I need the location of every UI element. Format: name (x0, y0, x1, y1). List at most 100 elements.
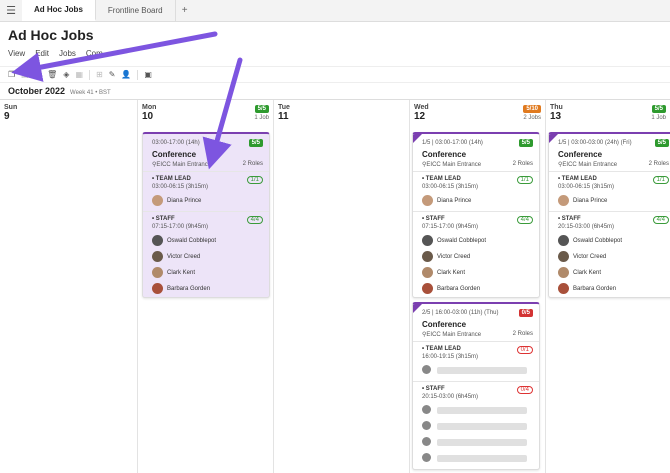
job-card[interactable]: 1/5 | 03:00-17:00 (14h) 5/5 Conference ⚲… (412, 132, 540, 298)
week-label: Week 41 • BST (70, 90, 111, 96)
empty-slot-bar (437, 367, 527, 374)
cut-icon[interactable]: ⤢ (35, 70, 41, 80)
role-section-staff: • STAFF 07:15-17:00 (9h45m) 4/4 Oswald C… (143, 211, 269, 297)
assigned-person[interactable]: Clark Kent (152, 267, 195, 278)
pencil-icon[interactable]: ✎ (109, 70, 116, 79)
day-header: Wed 12 5/10 2 Jobs (414, 104, 543, 126)
role-name: • STAFF (152, 216, 175, 222)
avatar (558, 251, 569, 262)
empty-slot[interactable] (422, 405, 431, 414)
user-assign-icon[interactable]: 👤 (121, 70, 131, 79)
menu-edit[interactable]: Edit (35, 49, 49, 58)
trash-icon[interactable]: 🗑 (47, 70, 57, 79)
assigned-person[interactable]: Clark Kent (422, 267, 465, 278)
job-location: ⚲EICC Main Entrance (422, 332, 482, 338)
jobs-count: 1 Job (651, 115, 666, 121)
avatar (422, 267, 433, 278)
job-location: ⚲EICC Main Entrance (422, 162, 482, 168)
tab-ad-hoc-jobs[interactable]: Ad Hoc Jobs (22, 0, 96, 21)
jobs-count: 1 Job (254, 115, 269, 121)
jobs-count: 2 Jobs (523, 115, 541, 121)
fill-badge: 5/5 (651, 105, 666, 113)
role-section-team-lead: • TEAM LEAD 03:00-06:15 (3h15m) 1/1 Dian… (143, 171, 269, 211)
layers-icon[interactable]: ◈ (63, 70, 69, 79)
role-count-badge: 4/4 (516, 216, 533, 224)
assigned-person[interactable]: Oswald Cobblepot (558, 235, 622, 246)
menu-com[interactable]: Com (86, 49, 103, 58)
day-column-sun: Sun 9 (0, 100, 138, 473)
role-section-team-lead: • TEAM LEAD 03:00-06:15 (3h15m) 1/1 Dian… (413, 171, 539, 211)
assigned-person[interactable]: Clark Kent (558, 267, 601, 278)
menu-view[interactable]: View (8, 49, 25, 58)
role-time: 03:00-06:15 (3h15m) (558, 184, 615, 190)
assigned-person[interactable]: Victor Creed (152, 251, 200, 262)
empty-slot[interactable] (422, 365, 431, 374)
user-placeholder-icon (422, 453, 431, 462)
hamburger-icon[interactable]: ☰ (0, 0, 22, 21)
job-name: Conference (558, 150, 603, 159)
role-time: 03:00-06:15 (3h15m) (422, 184, 479, 190)
job-fill-badge: 5/5 (518, 139, 533, 147)
assigned-person[interactable]: Victor Creed (422, 251, 470, 262)
assigned-person[interactable]: Oswald Cobblepot (422, 235, 486, 246)
fill-badge: 5/5 (254, 105, 269, 113)
role-name: • TEAM LEAD (558, 176, 597, 182)
day-header: Tue 11 (278, 104, 407, 126)
calendar-icon[interactable]: ▣ (144, 70, 152, 79)
avatar (152, 283, 163, 294)
menu-jobs[interactable]: Jobs (59, 49, 76, 58)
empty-slot-bar (437, 455, 527, 462)
job-name: Conference (422, 150, 467, 159)
job-roles: 2 Roles (512, 331, 533, 337)
toolbar: ❐ ▤ ⤢ 🗑 ◈ ▦ ⊞ ✎ 👤 ▣ (0, 66, 670, 83)
role-section-staff: • STAFF 20:15-03:00 (6h45m) 0/4 (413, 381, 539, 469)
empty-slot[interactable] (422, 421, 431, 430)
stack-icon[interactable]: ▦ (75, 70, 83, 79)
assigned-person[interactable]: Diana Prince (422, 195, 471, 206)
role-time: 20:15-03:00 (6h45m) (422, 394, 479, 400)
copy-icon[interactable]: ❐ (8, 70, 15, 79)
page-title: Ad Hoc Jobs (8, 27, 94, 43)
job-roles: 2 Roles (512, 161, 533, 167)
role-time: 07:15-17:00 (9h45m) (152, 224, 209, 230)
empty-slot[interactable] (422, 437, 431, 446)
role-section-team-lead: • TEAM LEAD 03:00-06:15 (3h15m) 1/1 Dian… (549, 171, 670, 211)
empty-slot-bar (437, 407, 527, 414)
avatar (558, 195, 569, 206)
job-fill-badge: 0/5 (518, 309, 533, 317)
assigned-person[interactable]: Victor Creed (558, 251, 606, 262)
assigned-person[interactable]: Barbara Gorden (558, 283, 616, 294)
add-box-icon[interactable]: ⊞ (96, 70, 103, 79)
avatar (152, 235, 163, 246)
role-name: • STAFF (422, 386, 445, 392)
paste-icon[interactable]: ▤ (21, 70, 29, 79)
role-time: 07:15-17:00 (9h45m) (422, 224, 479, 230)
month-label[interactable]: October 2022 (8, 86, 65, 96)
assigned-person[interactable]: Oswald Cobblepot (152, 235, 216, 246)
day-name: Tue (278, 104, 290, 111)
role-count-badge: 1/1 (516, 176, 533, 184)
role-section-staff: • STAFF 07:15-17:00 (9h45m) 4/4 Oswald C… (413, 211, 539, 297)
job-card[interactable]: 2/5 | 16:00-03:00 (11h) (Thu) 0/5 Confer… (412, 302, 540, 470)
toolbar-divider (137, 69, 139, 80)
assigned-person[interactable]: Diana Prince (152, 195, 201, 206)
empty-slot[interactable] (422, 453, 431, 462)
add-tab-icon[interactable]: + (176, 0, 194, 21)
job-name: Conference (152, 150, 197, 159)
assigned-person[interactable]: Barbara Gorden (152, 283, 210, 294)
role-count-badge: 4/4 (246, 216, 263, 224)
avatar (558, 235, 569, 246)
assigned-person[interactable]: Diana Prince (558, 195, 607, 206)
empty-slot-bar (437, 423, 527, 430)
fill-badge: 5/10 (523, 105, 541, 113)
job-card[interactable]: 03:00-17:00 (14h) 5/5 Conference ⚲EICC M… (142, 132, 270, 298)
job-card[interactable]: 1/5 | 03:00-03:00 (24h) (Fri) 5/5 Confer… (548, 132, 670, 298)
job-time: 03:00-17:00 (14h) (152, 140, 200, 146)
role-name: • STAFF (422, 216, 445, 222)
role-name: • TEAM LEAD (422, 346, 461, 352)
tab-frontline-board[interactable]: Frontline Board (96, 0, 176, 21)
role-name: • TEAM LEAD (152, 176, 191, 182)
role-section-team-lead: • TEAM LEAD 16:00-19:15 (3h15m) 0/1 (413, 341, 539, 381)
assigned-person[interactable]: Barbara Gorden (422, 283, 480, 294)
avatar (422, 251, 433, 262)
